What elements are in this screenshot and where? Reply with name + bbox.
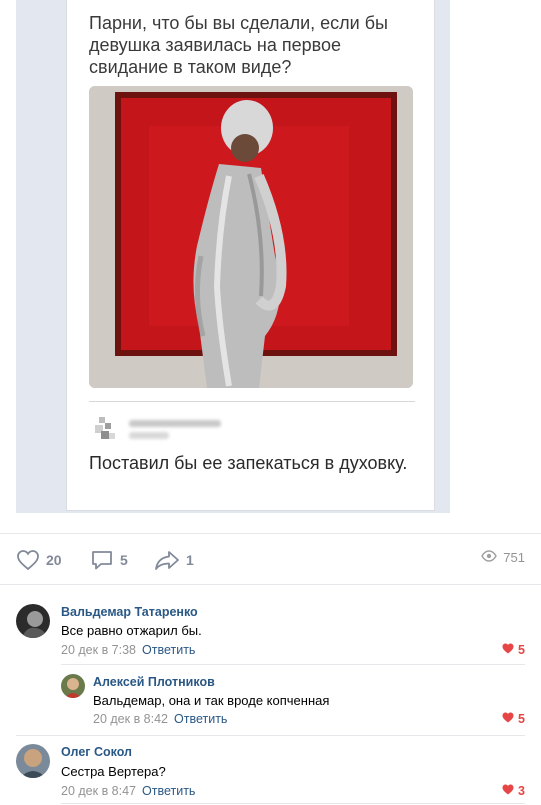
meme-photo [89,86,413,388]
comment-icon [90,549,114,571]
reply-button[interactable]: Ответить [142,784,195,798]
comment-author[interactable]: Алексей Плотников [93,675,215,689]
comment-date[interactable]: 20 дек в 8:42 [93,712,168,726]
comment-text: Сестра Вертера? [61,764,166,779]
blurred-name [129,420,221,427]
heart-icon [502,784,514,798]
heart-icon [502,712,514,726]
share-icon [154,549,180,571]
meme-card: Парни, что бы вы сделали, если бы девушк… [66,0,435,511]
comment-author[interactable]: Вальдемар Татаренко [61,605,198,619]
meme-answer: Поставил бы ее запекаться в духовку. [89,453,408,473]
meme-question: Парни, что бы вы сделали, если бы девушк… [89,13,388,77]
comment-divider [61,803,525,804]
reply-button[interactable]: Ответить [174,712,227,726]
comment-button[interactable]: 5 [90,548,128,572]
eye-icon [481,550,498,565]
like-count: 20 [46,552,62,568]
share-button[interactable]: 1 [154,548,194,572]
comment-meta: 20 дек в 7:38 Ответить [61,643,195,657]
post-image[interactable]: Парни, что бы вы сделали, если бы девушк… [16,0,450,513]
comment-divider [16,735,525,736]
comment-count: 5 [120,552,128,568]
comment-like-button[interactable]: 3 [502,784,525,798]
comment-meta: 20 дек в 8:47 Ответить [61,784,195,798]
reply-button[interactable]: Ответить [142,643,195,657]
blurred-avatar [91,415,121,445]
views-count: 751 [503,550,525,565]
comment-like-count: 3 [518,784,525,798]
heart-icon [16,549,40,571]
comment-date[interactable]: 20 дек в 8:47 [61,784,136,798]
share-count: 1 [186,552,194,568]
comment-like-count: 5 [518,712,525,726]
avatar[interactable] [61,674,85,698]
comment-divider [61,664,525,665]
views-counter: 751 [481,550,525,565]
comment-like-count: 5 [518,643,525,657]
comment-meta: 20 дек в 8:42 Ответить [93,712,227,726]
comment-text: Вальдемар, она и так вроде копченная [93,693,330,708]
avatar[interactable] [16,604,50,638]
comment-author[interactable]: Олег Сокол [61,745,132,759]
comment-date[interactable]: 20 дек в 7:38 [61,643,136,657]
like-button[interactable]: 20 [16,548,62,572]
comment-text: Все равно отжарил бы. [61,623,202,638]
meme-divider [89,401,415,402]
heart-icon [502,643,514,657]
comment-like-button[interactable]: 5 [502,643,525,657]
blurred-date [129,432,169,439]
comment-like-button[interactable]: 5 [502,712,525,726]
avatar[interactable] [16,744,50,778]
post-actions: 20 5 1 751 [0,533,541,585]
